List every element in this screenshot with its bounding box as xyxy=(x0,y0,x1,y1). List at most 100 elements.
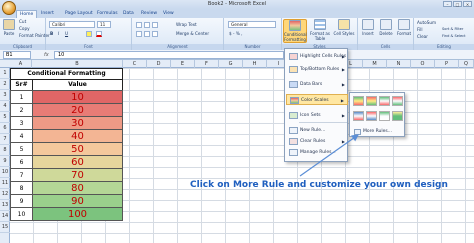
align-top-icon[interactable] xyxy=(136,22,142,28)
row-header-6[interactable]: 6 xyxy=(0,123,10,134)
number-format-select[interactable]: General xyxy=(228,21,276,28)
row-header-3[interactable]: 3 xyxy=(0,90,10,101)
menu-item-data-bars[interactable]: Data Bars ▶ xyxy=(286,79,348,90)
sr-cell[interactable]: 7 xyxy=(10,168,33,182)
color-scale-option[interactable] xyxy=(366,96,377,106)
value-cell[interactable]: 20 xyxy=(32,103,123,117)
menu-item-clear-rules[interactable]: Clear Rules ▶ xyxy=(286,136,348,147)
clear-button[interactable]: Clear xyxy=(417,34,428,39)
menu-item-manage-rules[interactable]: Manage Rules... xyxy=(286,147,348,158)
align-middle-icon[interactable] xyxy=(144,22,150,28)
value-cell[interactable]: 60 xyxy=(32,155,123,169)
align-bottom-icon[interactable] xyxy=(152,22,158,28)
sr-cell[interactable]: 6 xyxy=(10,155,33,169)
row-header-12[interactable]: 12 xyxy=(0,189,10,200)
tab-insert[interactable]: Insert xyxy=(38,10,57,18)
column-header-a[interactable]: A xyxy=(10,60,32,68)
column-header-e[interactable]: E xyxy=(171,60,195,68)
sort-filter-button[interactable]: Sort & Filter xyxy=(442,27,463,31)
row-header-10[interactable]: 10 xyxy=(0,167,10,178)
color-scale-option[interactable] xyxy=(353,96,364,106)
sr-cell[interactable]: 1 xyxy=(10,90,33,104)
value-cell[interactable]: 40 xyxy=(32,129,123,143)
value-cell[interactable]: 80 xyxy=(32,181,123,195)
sr-cell[interactable]: 2 xyxy=(10,103,33,117)
sr-cell[interactable]: 8 xyxy=(10,181,33,195)
value-cell[interactable]: 50 xyxy=(32,142,123,156)
menu-item-color-scales[interactable]: Color Scales ▶ xyxy=(286,94,348,105)
italic-button[interactable]: I xyxy=(58,31,59,36)
bold-button[interactable]: B xyxy=(50,31,53,36)
menu-item-highlight-cells-rules[interactable]: Highlight Cells Rules ▶ xyxy=(286,51,348,62)
column-header-o[interactable]: O xyxy=(411,60,435,68)
maximize-icon[interactable]: □ xyxy=(453,1,462,7)
sr-cell[interactable]: 9 xyxy=(10,194,33,208)
row-header-1[interactable]: 1 xyxy=(0,68,10,79)
sr-cell[interactable]: 10 xyxy=(10,207,33,221)
formula-input[interactable]: 10 xyxy=(54,51,284,59)
merge-center-button[interactable]: Merge & Center xyxy=(176,31,209,36)
align-right-icon[interactable] xyxy=(152,31,158,37)
paste-button[interactable]: Paste xyxy=(1,19,17,43)
column-header-m[interactable]: M xyxy=(363,60,387,68)
column-header-b[interactable]: B xyxy=(32,60,123,68)
fill-color-icon[interactable] xyxy=(86,31,92,37)
menu-item-new-rule[interactable]: New Rule... xyxy=(286,125,348,136)
font-size-select[interactable]: 11 xyxy=(97,21,111,28)
value-cell[interactable]: 10 xyxy=(32,90,123,104)
align-left-icon[interactable] xyxy=(136,31,142,37)
conditional-formatting-button[interactable]: Conditional Formatting xyxy=(283,19,307,43)
insert-cells-button[interactable]: Insert xyxy=(360,19,376,43)
column-header-d[interactable]: D xyxy=(147,60,171,68)
column-header-h[interactable]: H xyxy=(243,60,267,68)
value-cell[interactable]: 70 xyxy=(32,168,123,182)
tab-data[interactable]: Data xyxy=(120,10,137,18)
close-icon[interactable]: × xyxy=(463,1,472,7)
minimize-icon[interactable]: – xyxy=(443,1,452,7)
color-scale-option[interactable] xyxy=(392,96,403,106)
tab-page-layout[interactable]: Page Layout xyxy=(62,10,96,18)
menu-item-top-bottom-rules[interactable]: Top/Bottom Rules ▶ xyxy=(286,64,348,75)
row-header-5[interactable]: 5 xyxy=(0,112,10,123)
wrap-text-button[interactable]: Wrap Text xyxy=(176,22,197,27)
row-header-14[interactable]: 14 xyxy=(0,211,10,222)
office-button[interactable] xyxy=(2,1,16,15)
autosum-button[interactable]: AutoSum xyxy=(417,20,436,25)
value-cell[interactable]: 30 xyxy=(32,116,123,130)
row-header-9[interactable]: 9 xyxy=(0,156,10,167)
cell-styles-button[interactable]: Cell Styles xyxy=(333,19,355,43)
color-scale-option[interactable] xyxy=(379,96,390,106)
row-header-13[interactable]: 13 xyxy=(0,200,10,211)
copy-button[interactable]: Copy xyxy=(19,26,30,31)
color-scale-option[interactable] xyxy=(366,111,377,121)
tab-formulas[interactable]: Formulas xyxy=(94,10,121,18)
column-header-n[interactable]: N xyxy=(387,60,411,68)
color-scale-option[interactable] xyxy=(392,111,403,121)
column-header-c[interactable]: C xyxy=(123,60,147,68)
value-cell[interactable]: 100 xyxy=(32,207,123,221)
underline-button[interactable]: U xyxy=(65,31,68,36)
find-select-button[interactable]: Find & Select xyxy=(442,34,466,38)
sr-cell[interactable]: 4 xyxy=(10,129,33,143)
sr-cell[interactable]: 3 xyxy=(10,116,33,130)
font-color-icon[interactable] xyxy=(96,31,102,37)
column-header-g[interactable]: G xyxy=(219,60,243,68)
fx-icon[interactable]: fx xyxy=(44,51,49,59)
color-scale-option[interactable] xyxy=(353,111,364,121)
delete-cells-button[interactable]: Delete xyxy=(378,19,394,43)
number-format-buttons[interactable]: $ - % , xyxy=(229,31,242,36)
row-header-11[interactable]: 11 xyxy=(0,178,10,189)
format-as-table-button[interactable]: Format as Table xyxy=(309,19,331,43)
row-header-2[interactable]: 2 xyxy=(0,79,10,90)
cut-button[interactable]: Cut xyxy=(19,19,26,24)
menu-item-icon-sets[interactable]: Icon Sets ▶ xyxy=(286,110,348,121)
value-cell[interactable]: 90 xyxy=(32,194,123,208)
row-header-7[interactable]: 7 xyxy=(0,134,10,145)
more-rules-item[interactable]: More Rules... xyxy=(352,128,403,136)
color-scale-option[interactable] xyxy=(379,111,390,121)
row-header-4[interactable]: 4 xyxy=(0,101,10,112)
font-name-select[interactable]: Calibri xyxy=(49,21,95,28)
fill-button[interactable]: Fill xyxy=(417,27,423,32)
row-header-8[interactable]: 8 xyxy=(0,145,10,156)
tab-home[interactable]: Home xyxy=(16,10,38,18)
